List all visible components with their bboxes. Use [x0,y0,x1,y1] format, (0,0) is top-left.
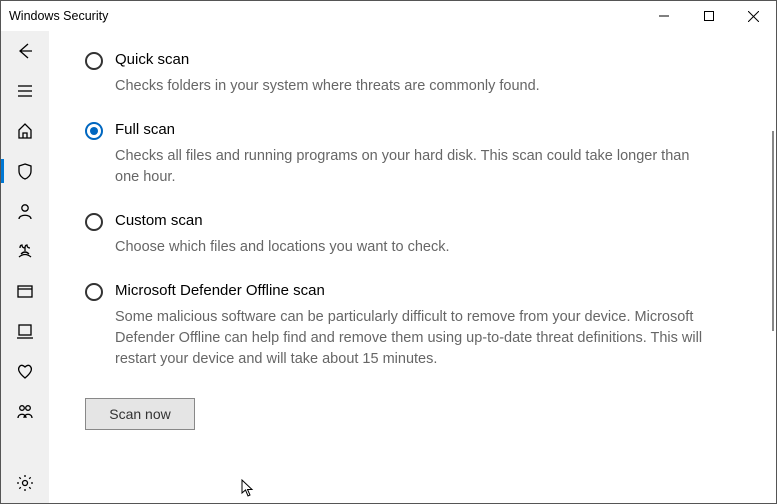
minimize-button[interactable] [641,1,686,31]
sidebar-home[interactable] [1,111,49,151]
window-title: Windows Security [9,9,641,23]
option-custom: Custom scan Choose which files and locat… [85,212,710,258]
maximize-icon [704,11,714,21]
sidebar-account-protection[interactable] [1,191,49,231]
option-offline-text: Microsoft Defender Offline scan Some mal… [115,282,710,370]
option-quick-label: Quick scan [115,51,710,68]
radio-offline[interactable] [85,283,103,301]
option-full-text: Full scan Checks all files and running p… [115,121,710,188]
scan-now-button[interactable]: Scan now [85,398,195,430]
firewall-icon [16,242,34,260]
sidebar-menu[interactable] [1,71,49,111]
option-offline-label: Microsoft Defender Offline scan [115,282,710,299]
option-quick-desc: Checks folders in your system where thre… [115,76,710,97]
option-quick-text: Quick scan Checks folders in your system… [115,51,710,97]
scan-button-row: Scan now [85,398,710,430]
option-quick: Quick scan Checks folders in your system… [85,51,710,97]
app-window: Windows Security [0,0,777,504]
sidebar-device-security[interactable] [1,311,49,351]
device-security-icon [16,322,34,340]
close-icon [748,11,759,22]
sidebar-device-health[interactable] [1,351,49,391]
radio-custom[interactable] [85,213,103,231]
option-offline-desc: Some malicious software can be particula… [115,307,710,370]
close-button[interactable] [731,1,776,31]
minimize-icon [659,11,669,21]
option-custom-text: Custom scan Choose which files and locat… [115,212,710,258]
sidebar-family[interactable] [1,391,49,431]
sidebar [1,31,49,503]
body: Quick scan Checks folders in your system… [1,31,776,503]
menu-icon [16,82,34,100]
family-icon [16,402,34,420]
sidebar-back[interactable] [1,31,49,71]
health-icon [16,362,34,380]
sidebar-spacer [1,431,49,463]
maximize-button[interactable] [686,1,731,31]
sidebar-firewall[interactable] [1,231,49,271]
shield-icon [16,162,34,180]
scan-options-content: Quick scan Checks folders in your system… [49,31,770,503]
account-icon [16,202,34,220]
radio-quick[interactable] [85,52,103,70]
radio-full[interactable] [85,122,103,140]
sidebar-app-browser[interactable] [1,271,49,311]
app-browser-icon [16,282,34,300]
home-icon [16,122,34,140]
option-full-label: Full scan [115,121,710,138]
option-full-desc: Checks all files and running programs on… [115,146,710,188]
window-controls [641,1,776,31]
option-custom-label: Custom scan [115,212,710,229]
option-offline: Microsoft Defender Offline scan Some mal… [85,282,710,370]
scrollbar[interactable] [770,31,776,503]
scrollbar-thumb[interactable] [772,131,774,331]
titlebar: Windows Security [1,1,776,31]
option-custom-desc: Choose which files and locations you wan… [115,237,710,258]
option-full: Full scan Checks all files and running p… [85,121,710,188]
back-icon [16,42,34,60]
settings-icon [16,474,34,492]
main: Quick scan Checks folders in your system… [49,31,776,503]
sidebar-virus-protection[interactable] [1,151,49,191]
sidebar-settings[interactable] [1,463,49,503]
